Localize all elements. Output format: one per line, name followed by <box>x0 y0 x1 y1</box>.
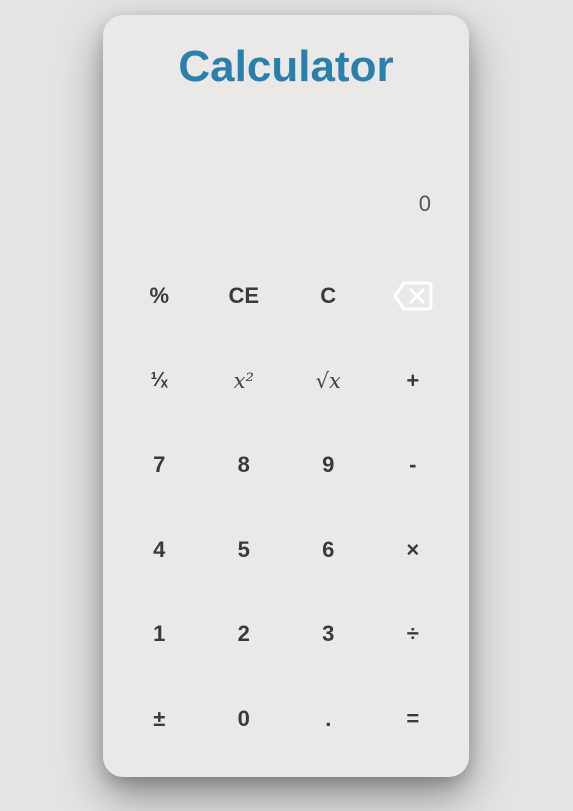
digit-8-button[interactable]: 8 <box>202 423 287 508</box>
key-label: 1 <box>153 621 166 647</box>
key-label: = <box>406 705 420 731</box>
digit-5-button[interactable]: 5 <box>202 508 287 593</box>
display-value: 0 <box>418 191 431 216</box>
key-label: × <box>406 536 420 562</box>
key-label: 𝑥² <box>233 368 254 393</box>
key-label: ¹⁄ₓ <box>150 369 168 392</box>
key-label: ÷ <box>406 621 419 647</box>
app-title: Calculator <box>178 42 394 91</box>
digit-6-button[interactable]: 6 <box>286 508 371 593</box>
key-label: √𝑥 <box>315 368 341 393</box>
percent-button[interactable]: % <box>117 254 202 339</box>
key-label: ± <box>153 705 166 731</box>
key-label: 2 <box>237 621 250 647</box>
clear-button[interactable]: C <box>286 254 371 339</box>
key-label: CE <box>228 283 260 309</box>
key-label: C <box>320 283 337 309</box>
digit-1-button[interactable]: 1 <box>117 592 202 677</box>
digit-9-button[interactable]: 9 <box>286 423 371 508</box>
key-label: 0 <box>237 705 250 731</box>
key-label: 3 <box>322 621 335 647</box>
decimal-button[interactable]: . <box>286 677 371 762</box>
add-button[interactable]: + <box>371 339 456 424</box>
key-label: 8 <box>237 452 250 478</box>
key-label: 6 <box>322 536 335 562</box>
digit-2-button[interactable]: 2 <box>202 592 287 677</box>
key-label: - <box>409 452 417 478</box>
square-button[interactable]: 𝑥² <box>202 339 287 424</box>
keypad: % CE C ¹⁄ₓ 𝑥² √𝑥 +7 8 9 - 4 5 6 × 1 2 3 ÷ ±0. = <box>117 254 455 761</box>
digit-4-button[interactable]: 4 <box>117 508 202 593</box>
reciprocal-button[interactable]: ¹⁄ₓ <box>117 339 202 424</box>
key-label: 7 <box>153 452 166 478</box>
backspace-icon <box>393 281 433 311</box>
digit-0-button[interactable]: 0 <box>202 677 287 762</box>
backspace-button[interactable] <box>371 254 456 339</box>
divide-button[interactable]: ÷ <box>371 592 456 677</box>
key-label: % <box>149 283 170 309</box>
negate-button[interactable]: ± <box>117 677 202 762</box>
digit-3-button[interactable]: 3 <box>286 592 371 677</box>
subtract-button[interactable]: - <box>371 423 456 508</box>
clear-entry-button[interactable]: CE <box>202 254 287 339</box>
key-label: 5 <box>237 536 250 562</box>
key-label: . <box>325 705 332 731</box>
equals-button[interactable]: = <box>371 677 456 762</box>
square-root-button[interactable]: √𝑥 <box>286 339 371 424</box>
multiply-button[interactable]: × <box>371 508 456 593</box>
key-label: 4 <box>153 536 166 562</box>
key-label: + <box>406 367 420 393</box>
calculator-card: Calculator 0 % CE C ¹⁄ₓ 𝑥² √𝑥 +7 8 9 - 4 5 6 × 1 2 3 ÷ ±0.… <box>103 15 469 777</box>
digit-7-button[interactable]: 7 <box>117 423 202 508</box>
key-label: 9 <box>322 452 335 478</box>
